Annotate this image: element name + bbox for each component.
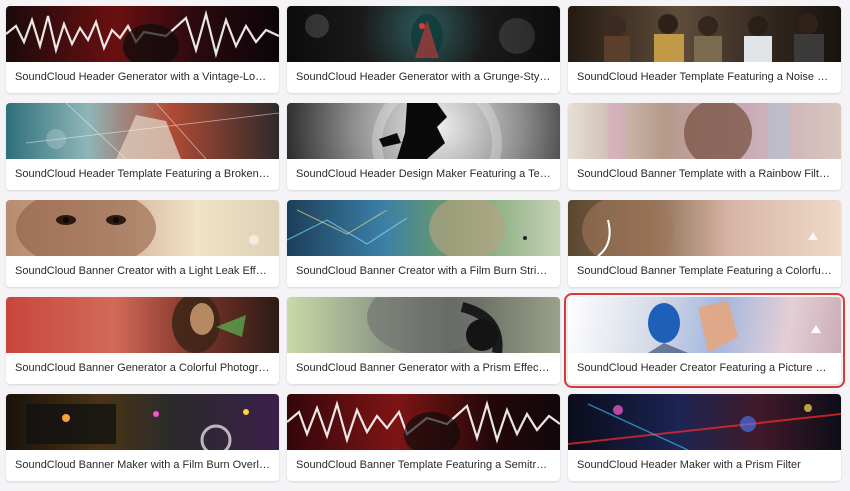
- template-thumbnail[interactable]: [287, 200, 560, 256]
- template-card[interactable]: SoundCloud Header Maker with a Prism Fil…: [568, 394, 841, 481]
- template-card[interactable]: SoundCloud Banner Template Featuring a S…: [287, 394, 560, 481]
- template-card[interactable]: SoundCloud Banner Template Featuring a C…: [568, 200, 841, 287]
- template-thumbnail[interactable]: [568, 394, 841, 450]
- template-title[interactable]: SoundCloud Banner Template Featuring a S…: [287, 450, 560, 481]
- template-thumbnail[interactable]: [6, 6, 279, 62]
- template-card[interactable]: SoundCloud Header Template Featuring a N…: [568, 6, 841, 93]
- template-title[interactable]: SoundCloud Header Maker with a Prism Fil…: [568, 450, 841, 481]
- template-title[interactable]: SoundCloud Banner Maker with a Film Burn…: [6, 450, 279, 481]
- template-title[interactable]: SoundCloud Banner Creator with a Film Bu…: [287, 256, 560, 287]
- template-thumbnail[interactable]: [568, 6, 841, 62]
- template-title[interactable]: SoundCloud Banner Creator with a Light L…: [6, 256, 279, 287]
- template-thumbnail[interactable]: [6, 394, 279, 450]
- template-card[interactable]: SoundCloud Header Generator with a Vinta…: [6, 6, 279, 93]
- template-thumbnail[interactable]: [287, 297, 560, 353]
- template-thumbnail[interactable]: [568, 103, 841, 159]
- template-thumbnail[interactable]: [6, 200, 279, 256]
- template-title[interactable]: SoundCloud Header Template Featuring a B…: [6, 159, 279, 190]
- template-grid: SoundCloud Header Generator with a Vinta…: [0, 0, 850, 481]
- template-title[interactable]: SoundCloud Header Design Maker Featuring…: [287, 159, 560, 190]
- template-title[interactable]: SoundCloud Banner Generator a Colorful P…: [6, 353, 279, 384]
- template-card[interactable]: SoundCloud Banner Generator with a Prism…: [287, 297, 560, 384]
- template-card[interactable]: SoundCloud Header Design Maker Featuring…: [287, 103, 560, 190]
- template-thumbnail[interactable]: [6, 103, 279, 159]
- template-card[interactable]: SoundCloud Banner Template with a Rainbo…: [568, 103, 841, 190]
- template-title[interactable]: SoundCloud Header Template Featuring a N…: [568, 62, 841, 93]
- template-thumbnail[interactable]: [287, 6, 560, 62]
- template-card[interactable]: SoundCloud Header Generator with a Grung…: [287, 6, 560, 93]
- template-thumbnail[interactable]: [568, 200, 841, 256]
- template-card[interactable]: SoundCloud Header Template Featuring a B…: [6, 103, 279, 190]
- template-thumbnail[interactable]: [6, 297, 279, 353]
- template-card[interactable]: SoundCloud Banner Generator a Colorful P…: [6, 297, 279, 384]
- template-card[interactable]: SoundCloud Banner Maker with a Film Burn…: [6, 394, 279, 481]
- template-title[interactable]: SoundCloud Header Creator Featuring a Pi…: [568, 353, 841, 384]
- template-title[interactable]: SoundCloud Header Generator with a Vinta…: [6, 62, 279, 93]
- template-card-selected[interactable]: SoundCloud Header Creator Featuring a Pi…: [564, 293, 845, 388]
- template-card[interactable]: SoundCloud Banner Creator with a Light L…: [6, 200, 279, 287]
- template-title[interactable]: SoundCloud Banner Template Featuring a C…: [568, 256, 841, 287]
- template-thumbnail[interactable]: [287, 103, 560, 159]
- template-card[interactable]: SoundCloud Banner Creator with a Film Bu…: [287, 200, 560, 287]
- template-thumbnail[interactable]: [287, 394, 560, 450]
- template-title[interactable]: SoundCloud Banner Template with a Rainbo…: [568, 159, 841, 190]
- template-title[interactable]: SoundCloud Banner Generator with a Prism…: [287, 353, 560, 384]
- template-thumbnail[interactable]: [568, 297, 841, 353]
- template-title[interactable]: SoundCloud Header Generator with a Grung…: [287, 62, 560, 93]
